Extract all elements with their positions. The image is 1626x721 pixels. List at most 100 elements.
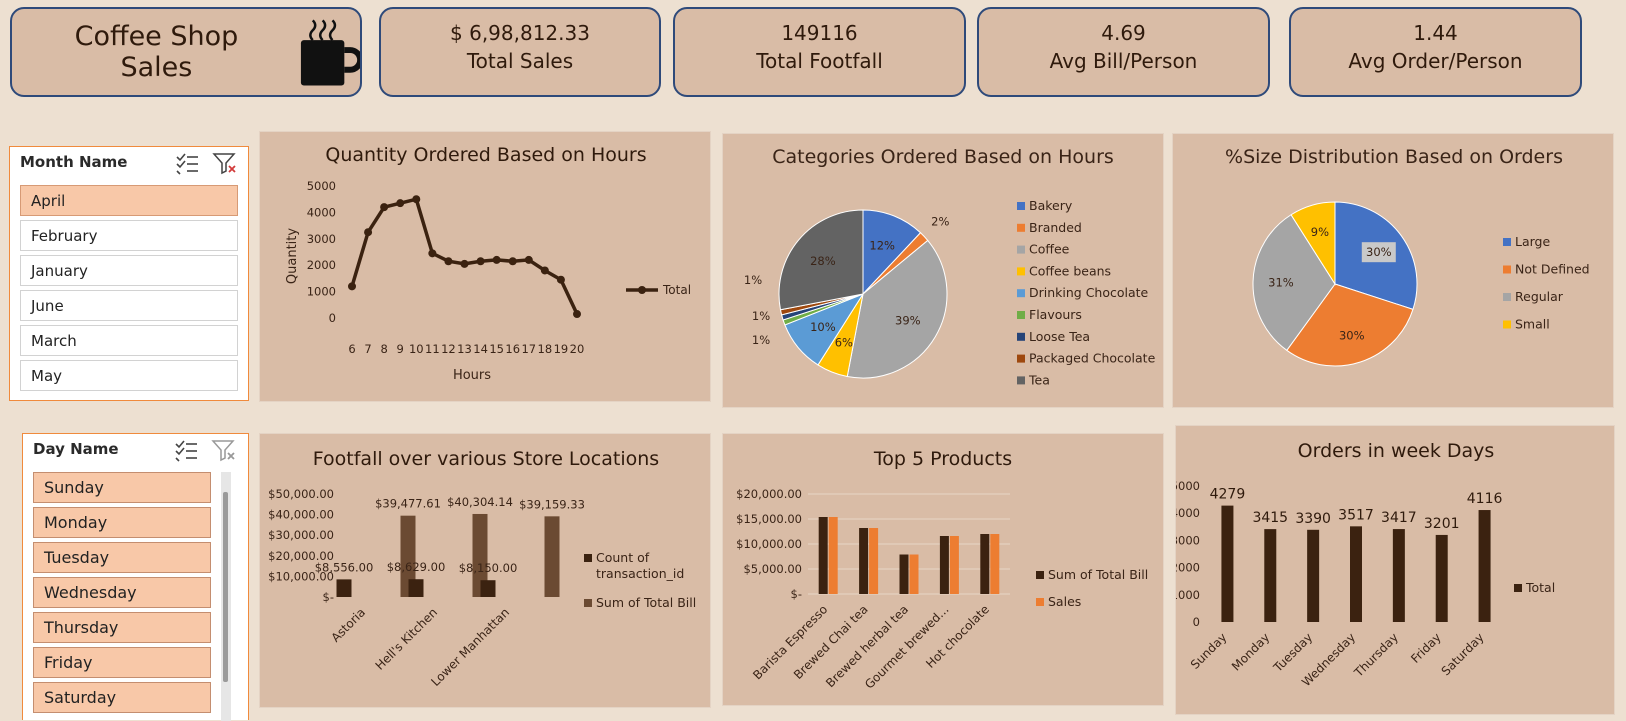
- x-tick-label: 17: [521, 342, 536, 356]
- data-label: $8,556.00: [315, 560, 374, 574]
- day-item-wednesday[interactable]: Wednesday: [33, 577, 211, 608]
- day-item-thursday[interactable]: Thursday: [33, 612, 211, 643]
- month-item-january[interactable]: January: [20, 255, 238, 286]
- legend-label: transaction_id: [596, 566, 684, 581]
- chart-title: Categories Ordered Based on Hours: [772, 146, 1114, 168]
- data-label: $40,304.14: [447, 495, 513, 509]
- bar: [408, 579, 424, 597]
- data-label: $39,477.61: [375, 497, 441, 511]
- categories-pie-chart: Categories Ordered Based on Hours 12% 2% 39…: [744, 146, 1156, 387]
- y-tick-label: $15,000.00: [736, 512, 802, 526]
- data-point: [428, 249, 437, 258]
- day-item-monday[interactable]: Monday: [33, 507, 211, 538]
- legend-marker: [638, 286, 646, 294]
- data-label: 1%: [752, 309, 770, 323]
- bar: [990, 534, 1000, 594]
- day-item-friday[interactable]: Friday: [33, 647, 211, 678]
- hours-line-chart: Quantity Ordered Based on Hours 0 1000 2000…: [285, 144, 691, 383]
- x-tick-label: 10: [409, 342, 424, 356]
- legend-label: Sum of Total Bill: [596, 595, 696, 610]
- legend-label: Not Defined: [1515, 262, 1590, 277]
- legend-swatch: [1017, 332, 1025, 341]
- data-point: [556, 275, 565, 284]
- x-tick-label: 18: [538, 342, 553, 356]
- legend-label: Total: [1525, 580, 1555, 595]
- legend-swatch: [1503, 265, 1511, 274]
- legend-swatch: [1503, 320, 1511, 329]
- x-tick-label: Barista Espresso: [750, 602, 830, 682]
- series-line-total: [350, 197, 579, 315]
- title-card: Coffee Shop Sales: [10, 7, 362, 97]
- x-tick-label: Friday: [1408, 630, 1444, 666]
- chart-title: Footfall over various Store Locations: [313, 448, 659, 470]
- month-item-march[interactable]: March: [20, 325, 238, 356]
- legend-label: Coffee: [1029, 242, 1070, 257]
- y-tick-label: 2000: [307, 258, 336, 272]
- day-item-tuesday[interactable]: Tuesday: [33, 542, 211, 573]
- month-item-april[interactable]: April: [20, 185, 238, 216]
- data-label: 3390: [1295, 511, 1331, 527]
- x-tick-label: Saturday: [1439, 630, 1487, 678]
- scrollbar-thumb[interactable]: [223, 492, 228, 682]
- legend-label: Sum of Total Bill: [1048, 567, 1148, 582]
- y-tick-label: 1000: [1176, 588, 1200, 602]
- month-item-may[interactable]: May: [20, 360, 238, 391]
- data-point: [364, 228, 373, 237]
- chart-panel-footfall: Footfall over various Store Locations $- $…: [259, 433, 711, 708]
- y-tick-label: $-: [791, 587, 802, 601]
- day-item-sunday[interactable]: Sunday: [33, 472, 211, 503]
- bar: [1350, 526, 1362, 622]
- y-tick-label: $-: [323, 590, 334, 604]
- scrollbar-track[interactable]: [221, 472, 231, 721]
- data-label: $8,629.00: [387, 560, 446, 574]
- multi-select-icon[interactable]: [174, 151, 200, 175]
- kpi-value: $ 6,98,812.33: [450, 21, 590, 45]
- data-point: [524, 255, 533, 264]
- data-point: [380, 203, 389, 212]
- month-item-june[interactable]: June: [20, 290, 238, 321]
- bar: [1435, 534, 1448, 622]
- kpi-label: Avg Order/Person: [1348, 49, 1523, 73]
- bar: [1264, 529, 1277, 622]
- bar: [899, 554, 909, 594]
- data-label: 28%: [810, 254, 836, 268]
- x-tick-label: Thursday: [1351, 630, 1401, 680]
- multi-select-icon[interactable]: [173, 438, 199, 462]
- legend-swatch: [1017, 354, 1025, 363]
- kpi-total-sales: $ 6,98,812.33 Total Sales: [379, 7, 661, 97]
- chart-panel-weekdays: Orders in week Days 0 1000 2000 3000 4000 5000…: [1175, 425, 1615, 715]
- bar: [1478, 510, 1491, 622]
- day-item-saturday[interactable]: Saturday: [33, 682, 211, 713]
- data-point: [573, 310, 581, 319]
- data-label: 30%: [1339, 328, 1365, 342]
- slicer-header: Month Name: [20, 153, 128, 171]
- legend-label: Regular: [1515, 289, 1564, 304]
- chart-panel-categories: Categories Ordered Based on Hours 12% 2% 39…: [722, 133, 1164, 408]
- month-item-february[interactable]: February: [20, 220, 238, 251]
- x-tick-label: 12: [441, 342, 456, 356]
- clear-filter-icon[interactable]: [212, 151, 238, 175]
- data-label: $8,150.00: [459, 561, 518, 575]
- legend-label: Small: [1515, 317, 1550, 332]
- data-label: 3417: [1381, 510, 1417, 526]
- legend-label: Coffee beans: [1029, 263, 1111, 278]
- data-label: 4279: [1210, 487, 1246, 503]
- bar: [859, 528, 869, 594]
- clear-filter-icon[interactable]: [211, 438, 237, 462]
- legend-label: Packaged Chocolate: [1029, 351, 1156, 366]
- y-tick-label: 0: [329, 311, 336, 325]
- kpi-label: Avg Bill/Person: [1049, 49, 1198, 73]
- sizes-pie-chart: %Size Distribution Based on Orders 30% 30%…: [1225, 146, 1590, 367]
- legend-label: Loose Tea: [1029, 329, 1090, 344]
- legend-swatch: [1036, 571, 1044, 579]
- legend-label: Total: [662, 283, 691, 297]
- chart-panel-top5: Top 5 Products $- $5,000.00 $10,000.00 $15,0…: [722, 433, 1164, 706]
- bar: [828, 517, 838, 594]
- legend-swatch: [1017, 267, 1025, 276]
- bar: [1307, 529, 1320, 622]
- legend-label: Branded: [1029, 220, 1082, 235]
- month-slicer: Month Name April February January June M…: [9, 146, 249, 401]
- x-tick-label: Monday: [1229, 630, 1272, 673]
- y-tick-label: $50,000.00: [268, 487, 334, 501]
- bar: [480, 580, 496, 597]
